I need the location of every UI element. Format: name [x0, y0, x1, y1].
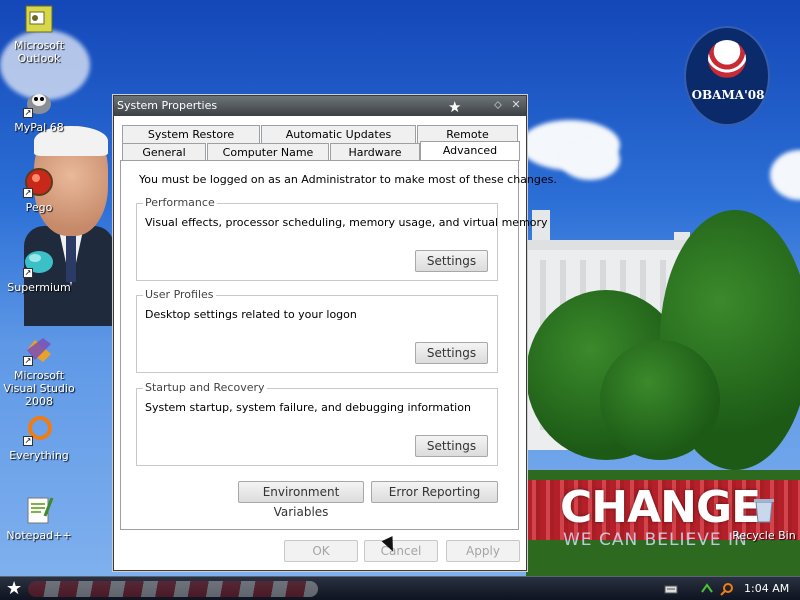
tab-general[interactable]: General [122, 143, 206, 161]
user-profiles-settings-button[interactable]: Settings [415, 342, 488, 364]
network-tray-icon[interactable] [700, 582, 714, 596]
outlook-icon [23, 4, 55, 36]
apply-button[interactable]: Apply [446, 540, 520, 562]
visual-studio-icon: ↗ [23, 334, 55, 366]
admin-notice: You must be logged on as an Administrato… [139, 173, 557, 186]
performance-group: Performance Visual effects, processor sc… [136, 196, 548, 281]
tab-hardware[interactable]: Hardware [330, 143, 420, 161]
mypal-icon: ↗ [23, 86, 55, 118]
desktop-icon-everything[interactable]: ↗ Everything [0, 414, 79, 462]
star-icon: ★ [448, 98, 462, 116]
desktop-icon-supermium[interactable]: ↗ Supermium [0, 246, 79, 294]
desktop-icon-outlook[interactable]: Microsoft Outlook [0, 4, 79, 65]
window-title: System Properties [117, 99, 218, 112]
recycle-bin-icon [748, 494, 780, 526]
search-tray-icon[interactable] [720, 582, 734, 596]
window-titlebar[interactable]: System Properties ★ ⬦ ✕ [114, 96, 526, 116]
tab-system-restore[interactable]: System Restore [122, 125, 260, 143]
biden-portrait-image [24, 126, 114, 326]
keyboard-tray-icon[interactable] [664, 582, 678, 596]
help-icon[interactable]: ⬦ [492, 99, 504, 111]
taskbar-clock[interactable]: 1:04 AM [744, 582, 789, 595]
close-icon[interactable]: ✕ [510, 99, 522, 111]
startup-recovery-settings-button[interactable]: Settings [415, 435, 488, 457]
cancel-button[interactable]: Cancel [364, 540, 438, 562]
believe-subslogan: WE CAN BELIEVE IN [563, 530, 748, 550]
startup-recovery-group: Startup and Recovery System startup, sys… [136, 381, 498, 466]
system-properties-window: System Properties ★ ⬦ ✕ System Restore A… [113, 95, 557, 571]
flag-decoration [28, 581, 318, 597]
notepadpp-icon [23, 494, 55, 526]
error-reporting-button[interactable]: Error Reporting [371, 481, 498, 503]
user-profiles-description: Desktop settings related to your logon [145, 308, 357, 321]
user-profiles-group: User Profiles Desktop settings related t… [136, 288, 498, 373]
performance-legend: Performance [143, 196, 217, 209]
obama-08-logo: OBAMA'08 [684, 26, 770, 126]
dialog-client-area: System Restore Automatic Updates Remote … [114, 116, 557, 570]
startup-recovery-description: System startup, system failure, and debu… [145, 401, 471, 414]
tab-computer-name[interactable]: Computer Name [207, 143, 329, 161]
startup-recovery-legend: Startup and Recovery [143, 381, 267, 394]
pego-icon: ↗ [23, 166, 55, 198]
tab-automatic-updates[interactable]: Automatic Updates [261, 125, 416, 143]
obama-sun-icon [708, 40, 746, 78]
desktop-icon-recycle-bin[interactable]: Recycle Bin [724, 494, 800, 542]
performance-settings-button[interactable]: Settings [415, 250, 488, 272]
desktop-icon-visual-studio[interactable]: ↗ Microsoft Visual Studio 2008 [0, 334, 79, 408]
environment-variables-button[interactable]: Environment Variables [238, 481, 364, 519]
performance-description: Visual effects, processor scheduling, me… [145, 216, 548, 229]
supermium-icon: ↗ [23, 246, 55, 278]
everything-icon: ↗ [23, 414, 55, 446]
ok-button[interactable]: OK [284, 540, 358, 562]
tab-advanced[interactable]: Advanced [420, 141, 520, 161]
advanced-tab-panel: You must be logged on as an Administrato… [120, 160, 557, 530]
start-button[interactable]: ★ [6, 578, 22, 599]
taskbar: ★ 1:04 AM [0, 576, 800, 600]
user-profiles-legend: User Profiles [143, 288, 216, 301]
desktop-icon-pego[interactable]: ↗ Pego [0, 166, 79, 214]
desktop-icon-notepadpp[interactable]: Notepad++ [0, 494, 79, 542]
desktop-icon-mypal[interactable]: ↗ MyPal 68 [0, 86, 79, 134]
